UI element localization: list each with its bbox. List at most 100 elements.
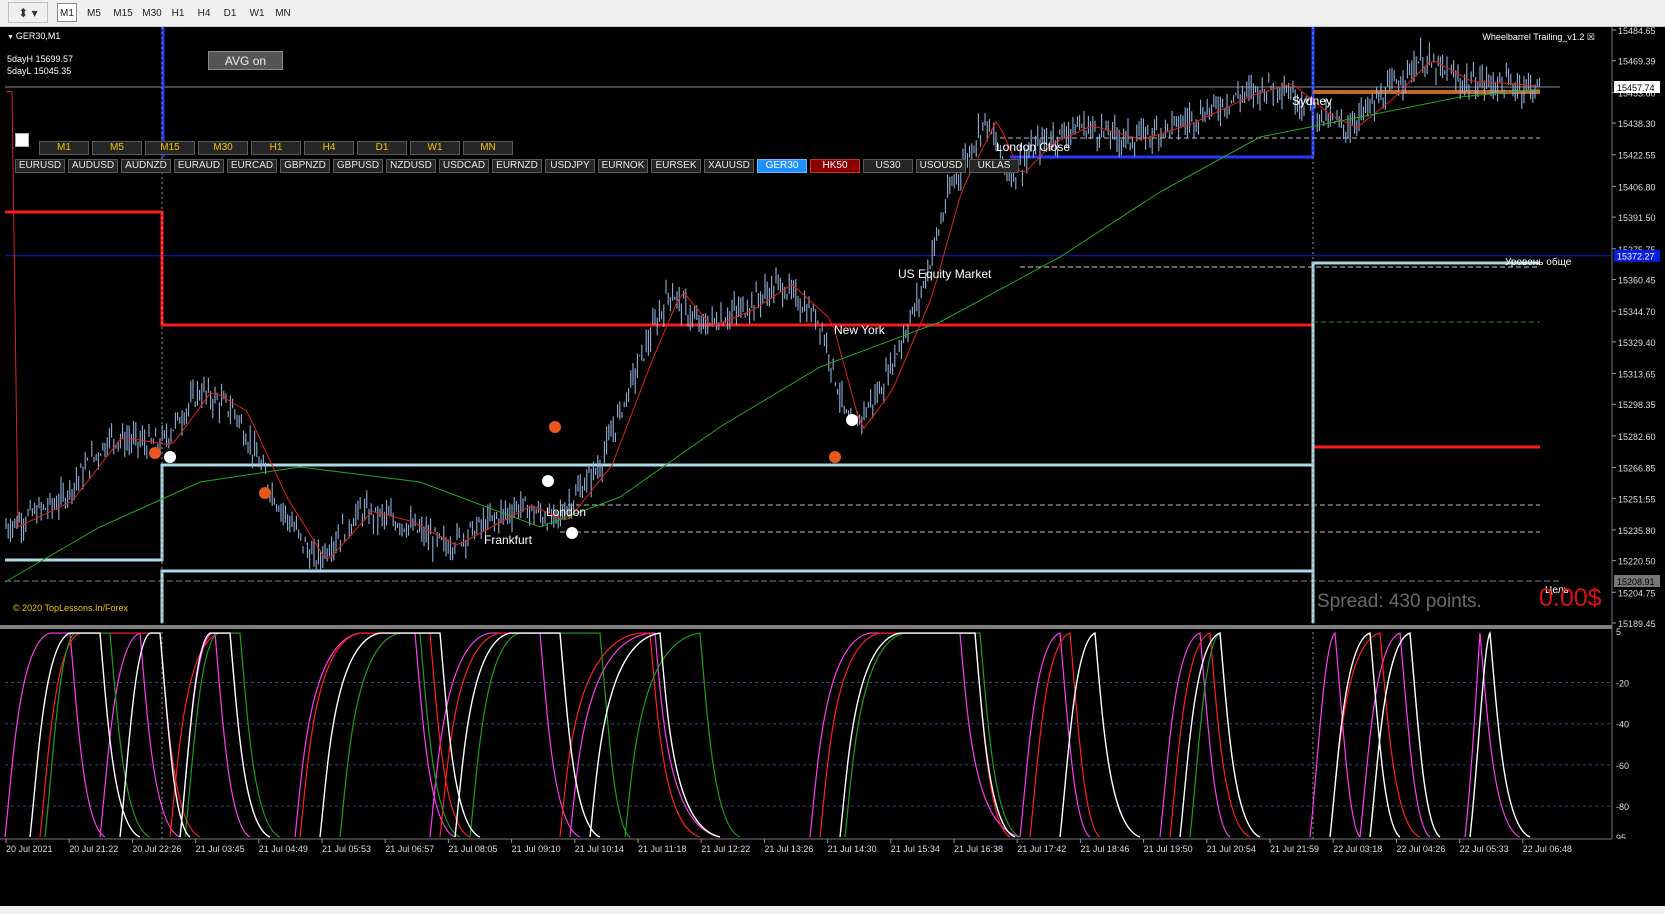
toolbar-tf-mn[interactable]: MN bbox=[271, 3, 295, 22]
toolbar-tf-m15[interactable]: M15 bbox=[110, 3, 136, 22]
time-tick-label: 20 Jul 22:26 bbox=[132, 844, 181, 854]
price-tick-label: 15189.45 bbox=[1618, 619, 1656, 629]
session-label: London Close bbox=[996, 140, 1070, 154]
symbol-button-nzdusd[interactable]: NZDUSD bbox=[386, 159, 436, 173]
toolbar-tf-m1[interactable]: M1 bbox=[57, 3, 77, 22]
spread-label: Spread: 430 points. bbox=[1317, 591, 1482, 612]
time-tick-label: 21 Jul 17:42 bbox=[1017, 844, 1066, 854]
buy-signal-marker bbox=[164, 451, 176, 463]
bottom-tab-strip bbox=[0, 906, 1665, 914]
toolbar-tf-w1[interactable]: W1 bbox=[246, 3, 268, 22]
price-tick-label: 15235.80 bbox=[1618, 526, 1656, 536]
price-tick-label: 15406.80 bbox=[1618, 182, 1656, 192]
toolbar-tf-d1[interactable]: D1 bbox=[219, 3, 241, 22]
time-tick-label: 21 Jul 14:30 bbox=[828, 844, 877, 854]
symbol-button-eurnok[interactable]: EURNOK bbox=[598, 159, 648, 173]
time-tick-label: 22 Jul 03:18 bbox=[1333, 844, 1382, 854]
symbol-button-uklas[interactable]: UKLAS bbox=[969, 159, 1019, 173]
panel-tf-h4[interactable]: H4 bbox=[304, 141, 354, 155]
symbol-button-gbpusd[interactable]: GBPUSD bbox=[333, 159, 383, 173]
sell-signal-marker bbox=[549, 421, 561, 433]
symbol-button-eurusd[interactable]: EURUSD bbox=[15, 159, 65, 173]
toolbar-tf-h4[interactable]: H4 bbox=[193, 3, 215, 22]
panel-tf-m30[interactable]: M30 bbox=[198, 141, 248, 155]
toolbar-tf-m30[interactable]: M30 bbox=[140, 3, 164, 22]
five-day-high: 5dayH 15699.57 bbox=[7, 54, 74, 64]
range-box bbox=[5, 463, 1315, 623]
subwindow-separator bbox=[0, 625, 1612, 629]
toolbar-tf-m5[interactable]: M5 bbox=[83, 3, 105, 22]
indicator-name-text: Wheelbarrel Trailing_v1.2 bbox=[1482, 32, 1585, 42]
buy-signal-marker bbox=[542, 475, 554, 487]
symbol-button-xauusd[interactable]: XAUUSD bbox=[704, 159, 754, 173]
price-tick-label: 15469.39 bbox=[1618, 57, 1656, 67]
time-tick-label: 22 Jul 05:33 bbox=[1460, 844, 1509, 854]
time-tick-label: 21 Jul 11:18 bbox=[638, 844, 686, 854]
session-label: Frankfurt bbox=[484, 533, 533, 547]
symbol-button-usdcad[interactable]: USDCAD bbox=[439, 159, 489, 173]
time-tick-label: 21 Jul 10:14 bbox=[575, 844, 624, 854]
panel-tf-d1[interactable]: D1 bbox=[357, 141, 407, 155]
panel-tf-h1[interactable]: H1 bbox=[251, 141, 301, 155]
symbol-button-eurnzd[interactable]: EURNZD bbox=[492, 159, 542, 173]
price-badge-label: 15457.74 bbox=[1617, 83, 1655, 93]
symbol-button-audusd[interactable]: AUDUSD bbox=[68, 159, 118, 173]
panel-tf-mn[interactable]: MN bbox=[463, 141, 513, 155]
chart-menu-triangle-icon: ▼ bbox=[7, 34, 16, 41]
copyright-label: © 2020 TopLessons.In/Forex bbox=[13, 603, 129, 613]
price-tick-label: 15360.45 bbox=[1618, 275, 1656, 285]
symbol-button-euraud[interactable]: EURAUD bbox=[174, 159, 224, 173]
time-tick-label: 21 Jul 19:50 bbox=[1144, 844, 1193, 854]
panel-tf-m15[interactable]: M15 bbox=[145, 141, 195, 155]
oscillator-tick-label: -60 bbox=[1616, 761, 1629, 771]
panel-tf-w1[interactable]: W1 bbox=[410, 141, 460, 155]
symbol-title-text: GER30,M1 bbox=[15, 31, 61, 41]
price-tick-label: 15344.70 bbox=[1618, 307, 1656, 317]
range-box-right bbox=[1311, 261, 1540, 623]
symbol-button-usdjpy[interactable]: USDJPY bbox=[545, 159, 595, 173]
panel-tf-m1[interactable]: M1 bbox=[39, 141, 89, 155]
five-day-low: 5dayL 15045.35 bbox=[7, 66, 72, 76]
symbol-button-audnzd[interactable]: AUDNZD bbox=[121, 159, 171, 173]
time-tick-label: 21 Jul 03:45 bbox=[196, 844, 245, 854]
buy-signal-marker bbox=[846, 414, 858, 426]
price-tick-label: 15329.40 bbox=[1618, 338, 1656, 348]
chart-window[interactable]: 15484.65 15469.39 15453.60 15438.30 15422.55… bbox=[0, 27, 1665, 914]
symbol-button-eurcad[interactable]: EURCAD bbox=[227, 159, 277, 173]
time-tick-label: 21 Jul 16:38 bbox=[954, 844, 1003, 854]
symbol-button-hk50[interactable]: HK50 bbox=[810, 159, 860, 173]
time-tick-label: 20 Jul 21:22 bbox=[69, 844, 118, 854]
price-candles bbox=[5, 37, 1540, 572]
price-tick-label: 15220.50 bbox=[1618, 557, 1656, 567]
time-tick-label: 21 Jul 12:22 bbox=[701, 844, 750, 854]
session-label: London bbox=[546, 505, 586, 519]
oscillator-tick-label: -20 bbox=[1616, 679, 1629, 689]
symbol-button-us30[interactable]: US30 bbox=[863, 159, 913, 173]
price-tick-label: 15282.60 bbox=[1618, 432, 1656, 442]
level-label: Уровень обще bbox=[1505, 256, 1572, 268]
price-badge-label: 15208.91 bbox=[1617, 577, 1655, 587]
toolbar-tf-h1[interactable]: H1 bbox=[168, 3, 188, 22]
line-tools-button[interactable]: ⬍ ▾ bbox=[8, 2, 48, 23]
avg-toggle-button[interactable]: AVG on bbox=[208, 51, 283, 70]
panel-checkbox[interactable] bbox=[15, 133, 29, 147]
price-tick-label: 15438.30 bbox=[1618, 119, 1656, 129]
sell-signal-marker bbox=[829, 451, 841, 463]
symbol-button-usousd[interactable]: USOUSD bbox=[916, 159, 966, 173]
panel-tf-m5[interactable]: M5 bbox=[92, 141, 142, 155]
time-tick-label: 21 Jul 18:46 bbox=[1080, 844, 1129, 854]
symbol-button-gbpnzd[interactable]: GBPNZD bbox=[280, 159, 330, 173]
price-tick-label: 15251.55 bbox=[1618, 494, 1656, 504]
oscillator-tick-label: -80 bbox=[1616, 802, 1629, 812]
resistance-step-line bbox=[5, 210, 1315, 623]
indicator-close-icon[interactable]: ☒ bbox=[1587, 32, 1595, 42]
symbol-button-ger30[interactable]: GER30 bbox=[757, 159, 807, 173]
time-tick-label: 21 Jul 08:05 bbox=[448, 844, 497, 854]
price-tick-label: 15313.65 bbox=[1618, 370, 1656, 380]
symbol-button-eursek[interactable]: EURSEK bbox=[651, 159, 701, 173]
oscillator-tick-label: -40 bbox=[1616, 720, 1629, 730]
price-tick-label: 15422.55 bbox=[1618, 151, 1656, 161]
chart-symbol-title: ▼ GER30,M1 bbox=[7, 31, 60, 41]
time-tick-label: 22 Jul 04:26 bbox=[1396, 844, 1445, 854]
time-tick-label: 21 Jul 05:53 bbox=[322, 844, 371, 854]
